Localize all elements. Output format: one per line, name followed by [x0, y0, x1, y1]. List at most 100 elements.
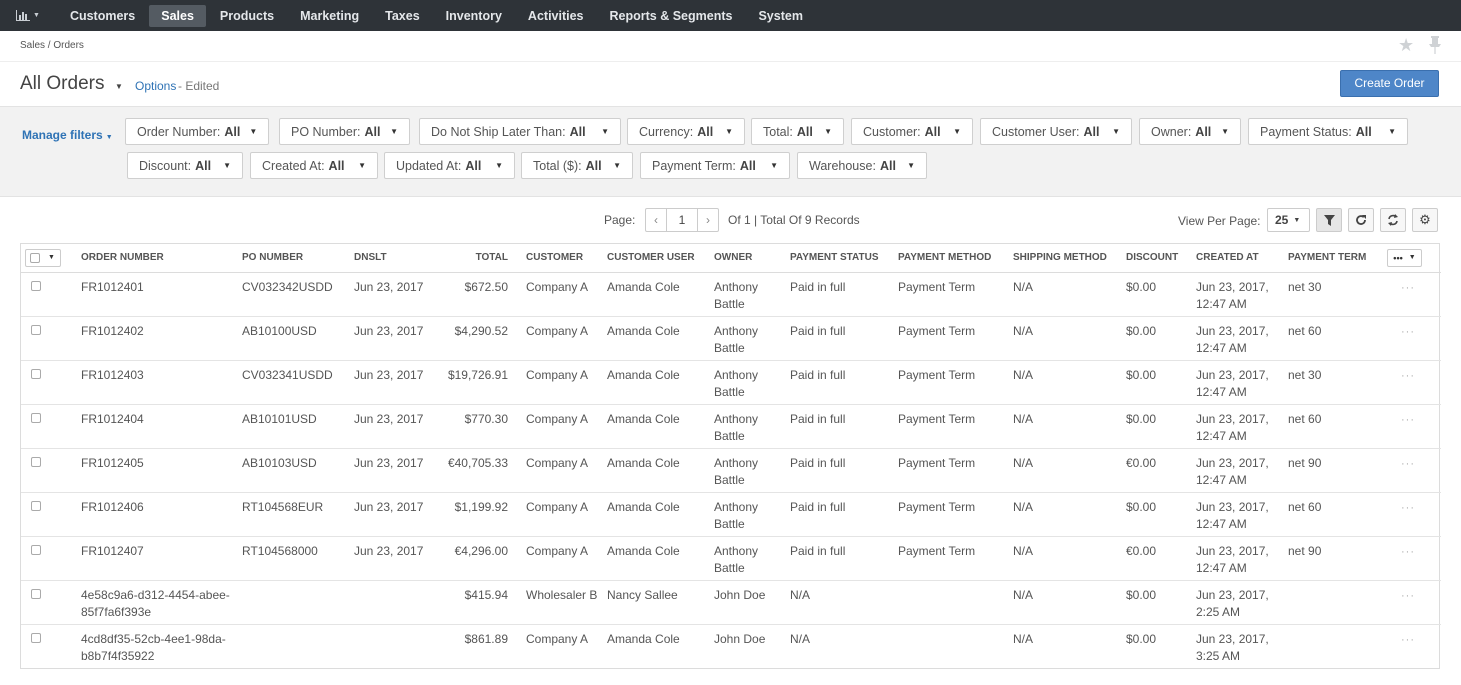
- row-checkbox[interactable]: [31, 412, 41, 423]
- filter-created-at[interactable]: Created At: All ▼: [250, 152, 378, 179]
- filter-customer[interactable]: Customer: All ▼: [851, 118, 973, 145]
- chevron-down-icon: ▼: [601, 127, 609, 136]
- row-checkbox[interactable]: [31, 544, 41, 555]
- nav-item-inventory[interactable]: Inventory: [434, 5, 514, 27]
- discount-cell: $0.00: [1122, 316, 1192, 361]
- column-header[interactable]: PO Number: [238, 244, 350, 273]
- table-row[interactable]: FR1012404 AB10101USD Jun 23, 2017 $770.30 Co…: [21, 404, 1441, 449]
- nav-item-customers[interactable]: Customers: [58, 5, 147, 27]
- table-row[interactable]: FR1012401 CV032342USDD Jun 23, 2017 $672.50…: [21, 272, 1441, 317]
- views-dropdown-icon[interactable]: ▼: [115, 82, 123, 91]
- select-all-checkbox[interactable]: ▼: [25, 248, 61, 267]
- column-header[interactable]: Payment Status: [786, 244, 894, 273]
- total-cell: $4,290.52: [436, 316, 512, 361]
- filter-warehouse[interactable]: Warehouse: All ▼: [797, 152, 927, 179]
- filter-updated-at[interactable]: Updated At: All ▼: [384, 152, 515, 179]
- filter-customer-user[interactable]: Customer User: All ▼: [980, 118, 1132, 145]
- records-summary: Of 1 | Total Of 9 Records: [728, 213, 860, 227]
- star-icon[interactable]: ★: [1398, 35, 1418, 55]
- column-header[interactable]: Order Number: [77, 244, 238, 273]
- table-row[interactable]: 4e58c9a6-d312-4454-abee-85f7fa6f393e $415…: [21, 580, 1441, 625]
- row-checkbox[interactable]: [31, 280, 41, 291]
- filter-toggle-button[interactable]: [1316, 208, 1342, 232]
- next-page-button[interactable]: ›: [698, 209, 718, 231]
- page-title: All Orders: [20, 73, 105, 94]
- row-actions-button[interactable]: ···: [1401, 458, 1415, 470]
- filter-do-not-ship-later-than[interactable]: Do Not Ship Later Than: All ▼: [419, 118, 621, 145]
- row-checkbox[interactable]: [31, 632, 41, 643]
- checkbox[interactable]: [30, 253, 40, 264]
- nav-item-system[interactable]: System: [746, 5, 814, 27]
- row-checkbox[interactable]: [31, 588, 41, 599]
- column-header[interactable]: Customer: [512, 244, 603, 273]
- gear-icon: ⚙: [1419, 212, 1431, 227]
- column-header[interactable]: Discount: [1122, 244, 1192, 273]
- filter-payment-status[interactable]: Payment Status: All ▼: [1248, 118, 1408, 145]
- create-order-button[interactable]: Create Order: [1340, 70, 1439, 97]
- payment-term-cell: net 30: [1284, 360, 1383, 405]
- pin-icon[interactable]: [1428, 36, 1442, 54]
- row-actions-button[interactable]: ···: [1401, 546, 1415, 558]
- row-checkbox[interactable]: [31, 324, 41, 335]
- column-header[interactable]: Payment Term: [1284, 244, 1383, 273]
- row-actions-button[interactable]: ···: [1401, 634, 1415, 646]
- reset-button[interactable]: [1380, 208, 1406, 232]
- row-actions-button[interactable]: ···: [1401, 590, 1415, 602]
- nav-item-reports-segments[interactable]: Reports & Segments: [598, 5, 745, 27]
- created-at-cell: Jun 23, 2017, 2:25 AM: [1192, 580, 1284, 625]
- table-row[interactable]: FR1012403 CV032341USDD Jun 23, 2017 $19,726…: [21, 360, 1441, 405]
- nav-item-sales[interactable]: Sales: [149, 4, 206, 27]
- column-header[interactable]: Customer User: [603, 244, 710, 273]
- table-row[interactable]: FR1012405 AB10103USD Jun 23, 2017 €40,705.3…: [21, 448, 1441, 493]
- breadcrumb[interactable]: Sales / Orders: [20, 40, 84, 51]
- filter-order-number[interactable]: Order Number: All ▼: [125, 118, 269, 145]
- order-number-cell: FR1012407: [77, 536, 238, 581]
- options-link[interactable]: Options: [135, 79, 176, 93]
- filter-total[interactable]: Total ($): All ▼: [521, 152, 633, 179]
- column-header[interactable]: Owner: [710, 244, 786, 273]
- edited-status: - Edited: [178, 79, 220, 93]
- page-number-input[interactable]: [666, 209, 698, 231]
- filter-po-number[interactable]: PO Number: All ▼: [279, 118, 410, 145]
- column-header[interactable]: Total: [436, 244, 512, 273]
- filter-currency[interactable]: Currency: All ▼: [627, 118, 745, 145]
- nav-item-marketing[interactable]: Marketing: [288, 5, 371, 27]
- manage-filters-button[interactable]: Manage filters ▼: [22, 128, 113, 142]
- pager: ‹ ›: [645, 208, 719, 232]
- filter-payment-term[interactable]: Payment Term: All ▼: [640, 152, 790, 179]
- refresh-button[interactable]: [1348, 208, 1374, 232]
- table-row[interactable]: FR1012402 AB10100USD Jun 23, 2017 $4,290.52…: [21, 316, 1441, 361]
- column-manager-button[interactable]: ••• ▼: [1387, 248, 1422, 267]
- column-header[interactable]: Payment Method: [894, 244, 1009, 273]
- shipping-method-cell: N/A: [1013, 631, 1034, 646]
- per-page-select[interactable]: 25 ▼: [1267, 208, 1310, 232]
- column-header[interactable]: DNSLT: [350, 244, 436, 273]
- order-number-cell: FR1012405: [77, 448, 238, 493]
- column-header[interactable]: Created At: [1192, 244, 1284, 273]
- payment-status-cell: Paid in full: [786, 360, 894, 405]
- row-checkbox[interactable]: [31, 368, 41, 379]
- dashboard-menu[interactable]: ▼: [16, 10, 40, 21]
- nav-item-taxes[interactable]: Taxes: [373, 5, 432, 27]
- po-number-cell: RT104568000: [238, 536, 350, 581]
- table-row[interactable]: 4cd8df35-52cb-4ee1-98da-b8b7f4f35922 $861…: [21, 624, 1441, 668]
- filter-label: Warehouse:: [809, 158, 876, 173]
- table-row[interactable]: FR1012407 RT104568000 Jun 23, 2017 €4,296.0…: [21, 536, 1441, 581]
- row-actions-button[interactable]: ···: [1401, 326, 1415, 338]
- column-header[interactable]: Shipping Method: [1009, 244, 1122, 273]
- row-actions-button[interactable]: ···: [1401, 370, 1415, 382]
- chevron-down-icon: ▼: [824, 127, 832, 136]
- grid-settings-button[interactable]: ⚙: [1412, 208, 1438, 232]
- filter-owner[interactable]: Owner: All ▼: [1139, 118, 1241, 145]
- row-actions-button[interactable]: ···: [1401, 502, 1415, 514]
- filter-discount[interactable]: Discount: All ▼: [127, 152, 243, 179]
- row-actions-button[interactable]: ···: [1401, 414, 1415, 426]
- nav-item-activities[interactable]: Activities: [516, 5, 596, 27]
- row-checkbox[interactable]: [31, 456, 41, 467]
- row-checkbox[interactable]: [31, 500, 41, 511]
- filter-total[interactable]: Total: All ▼: [751, 118, 844, 145]
- table-row[interactable]: FR1012406 RT104568EUR Jun 23, 2017 $1,199.9…: [21, 492, 1441, 537]
- nav-item-products[interactable]: Products: [208, 5, 286, 27]
- row-actions-button[interactable]: ···: [1401, 282, 1415, 294]
- prev-page-button[interactable]: ‹: [646, 209, 666, 231]
